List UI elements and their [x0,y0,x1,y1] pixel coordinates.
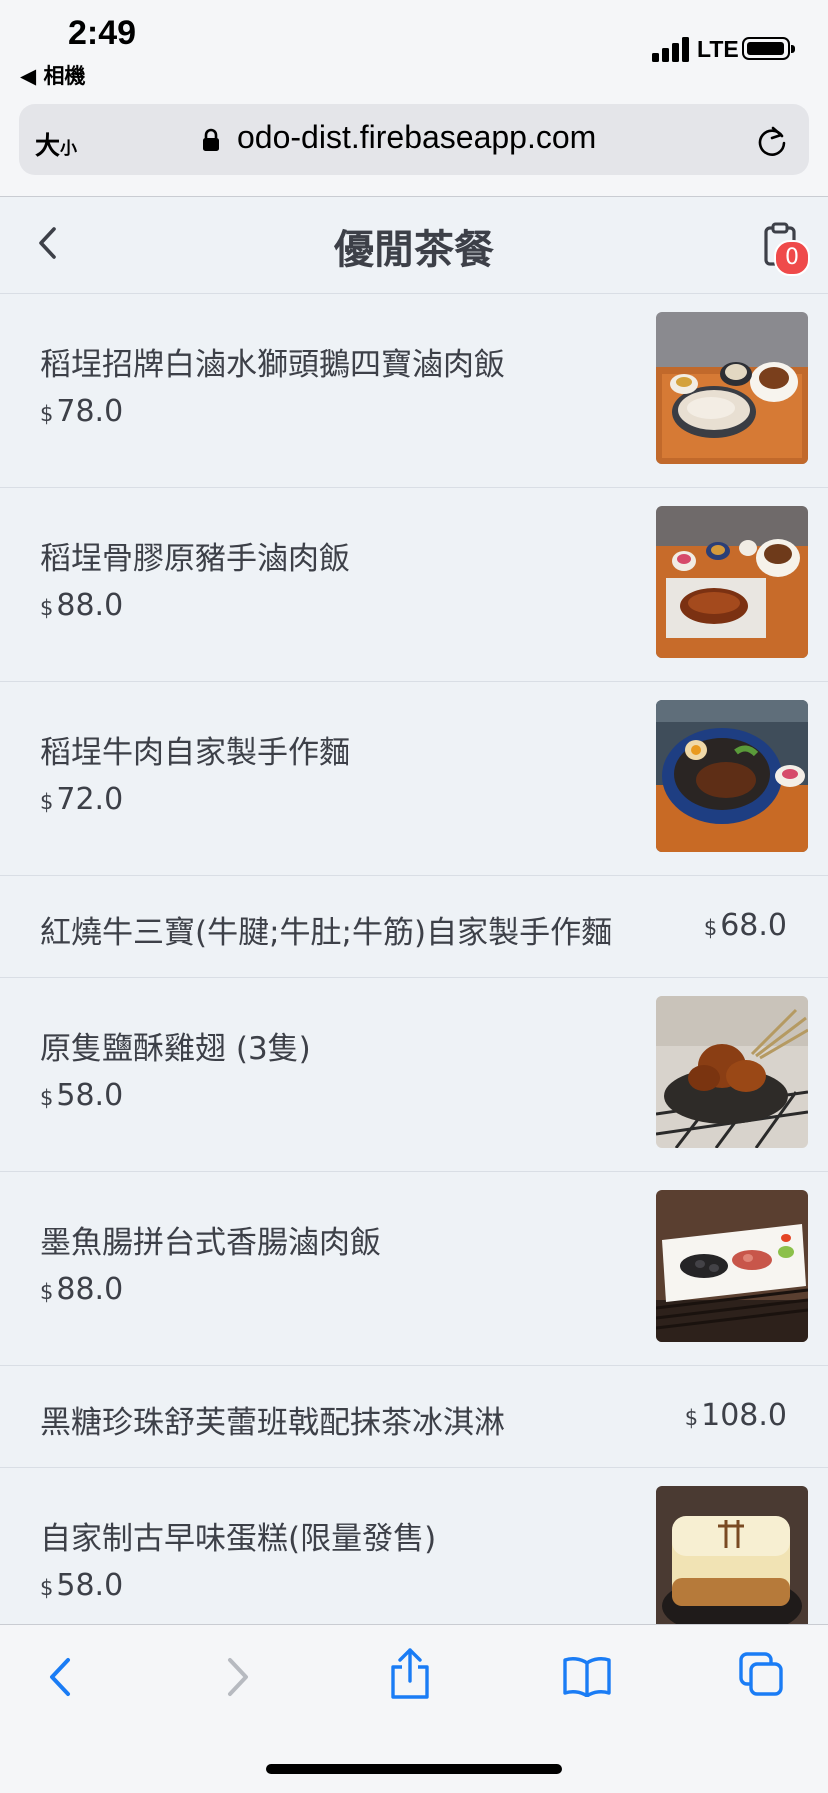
page-title: 優閒茶餐 [334,227,494,273]
menu-item-name: 墨魚腸拼台式香腸滷肉飯 [40,1225,381,1261]
menu-list: 稻埕招牌白滷水獅頭鵝四寶滷肉飯 $78.0 稻埕骨膠原豬手滷肉飯 $88.0 稻… [0,294,828,1662]
menu-item-name: 稻埕招牌白滷水獅頭鵝四寶滷肉飯 [40,347,505,383]
menu-item-price: $58.0 [40,1568,124,1603]
menu-item-name: 稻埕骨膠原豬手滷肉飯 [40,541,350,577]
browser-address-area: 大小 odo-dist.firebaseapp.com [0,100,828,197]
food-photo-chicken-wings[interactable] [656,996,808,1148]
reload-icon[interactable] [755,124,789,158]
food-photo-goose-rice[interactable] [656,312,808,464]
back-to-app-link[interactable]: ◀ 相機 [20,60,85,90]
back-arrow-icon[interactable] [44,1655,78,1699]
menu-item-price: $88.0 [40,1272,124,1307]
home-indicator[interactable] [266,1764,562,1774]
menu-item-name: 稻埕牛肉自家製手作麵 [40,735,350,771]
menu-item-name: 原隻鹽酥雞翅 (3隻) [40,1031,311,1067]
food-photo-pork-knuckle-rice[interactable] [656,506,808,658]
address-bar[interactable]: 大小 odo-dist.firebaseapp.com [19,104,809,175]
status-bar: 2:49 ◀ 相機 LTE [0,0,828,100]
menu-item[interactable]: 稻埕牛肉自家製手作麵 $72.0 [0,682,828,876]
food-photo-sponge-cake[interactable] [656,1486,808,1638]
lock-icon [203,128,219,151]
food-photo-beef-noodles[interactable] [656,700,808,852]
battery-icon [742,37,795,60]
menu-item-name: 黑糖珍珠舒芙蕾班戟配抹茶冰淇淋 [40,1405,505,1441]
bookmarks-icon[interactable] [562,1655,612,1697]
tabs-icon[interactable] [738,1651,784,1697]
menu-item-price: $68.0 [703,908,787,943]
forward-arrow-icon[interactable] [220,1655,254,1699]
text-size-button[interactable]: 大小 [35,126,77,162]
menu-item-price: $72.0 [40,782,124,817]
app-header: 優閒茶餐 0 [0,197,828,294]
menu-item-price: $78.0 [40,394,124,429]
network-type: LTE [697,36,739,62]
menu-item-price: $108.0 [684,1398,787,1433]
share-icon[interactable] [388,1647,432,1701]
menu-item[interactable]: 稻埕骨膠原豬手滷肉飯 $88.0 [0,488,828,682]
menu-item-name: 紅燒牛三寶(牛腱;牛肚;牛筋)自家製手作麵 [40,915,613,951]
text-size-small: 小 [60,139,78,159]
cart-count-badge: 0 [774,240,810,276]
menu-item[interactable]: 紅燒牛三寶(牛腱;牛肚;牛筋)自家製手作麵 $68.0 [0,876,828,978]
menu-item[interactable]: 黑糖珍珠舒芙蕾班戟配抹茶冰淇淋 $108.0 [0,1366,828,1468]
menu-item-price: $58.0 [40,1078,124,1113]
menu-item-price: $88.0 [40,588,124,623]
menu-item[interactable]: 稻埕招牌白滷水獅頭鵝四寶滷肉飯 $78.0 [0,294,828,488]
cellular-signal-icon [652,36,692,62]
menu-item-name: 自家制古早味蛋糕(限量發售) [40,1521,437,1557]
status-time: 2:49 [68,14,137,52]
food-photo-squid-sausage-rice[interactable] [656,1190,808,1342]
menu-item[interactable]: 原隻鹽酥雞翅 (3隻) $58.0 [0,978,828,1172]
url-text[interactable]: odo-dist.firebaseapp.com [237,119,596,156]
menu-item[interactable]: 墨魚腸拼台式香腸滷肉飯 $88.0 [0,1172,828,1366]
text-size-large: 大 [35,131,61,160]
